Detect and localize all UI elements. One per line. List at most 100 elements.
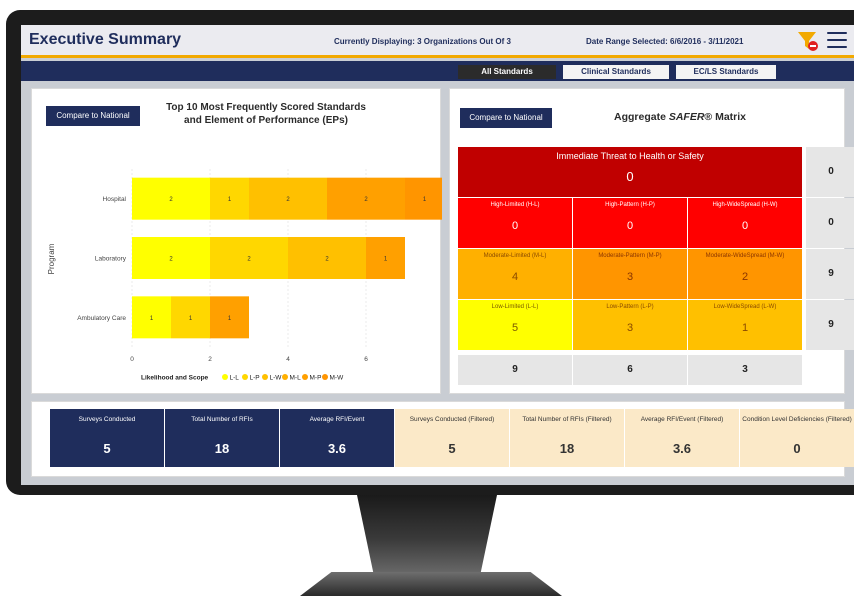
safer-cell: High-Limited (H-L) 0 xyxy=(458,198,572,248)
kpi-label: Average RFI/Event (Filtered) xyxy=(640,416,724,423)
column-total: 6 xyxy=(573,355,687,385)
safer-cell-label: High-Pattern (H-P) xyxy=(605,202,655,208)
kpi-card: Average RFI/Event (Filtered) 3.6 xyxy=(625,409,739,467)
safer-cell: High-Pattern (H-P) 0 xyxy=(573,198,687,248)
safer-cell: Low-Limited (L-L) 5 xyxy=(458,300,572,350)
x-tick-label: 2 xyxy=(208,356,212,363)
safer-cell-value: 0 xyxy=(626,220,634,232)
y-axis-title: Program xyxy=(47,243,56,274)
legend-swatch xyxy=(222,374,228,380)
kpi-value: 18 xyxy=(214,441,230,456)
kpi-card: Total Number of RFIs (Filtered) 18 xyxy=(510,409,624,467)
safer-cell: Moderate-Pattern (M-P) 3 xyxy=(573,249,687,299)
safer-cell-label: Moderate-Limited (M-L) xyxy=(483,253,547,259)
kpi-label: Surveys Conducted xyxy=(78,416,136,423)
x-tick-label: 6 xyxy=(364,356,368,363)
kpi-card: Surveys Conducted 5 xyxy=(50,409,164,467)
matrix-title-safer: SAFER xyxy=(668,111,705,123)
legend-label: M-W xyxy=(330,375,345,382)
dashboard-screen: Executive Summary Currently Displaying: … xyxy=(21,25,854,485)
compare-to-national-button-matrix[interactable]: Compare to National xyxy=(460,108,552,128)
kpi-card: Condition Level Deficiencies (Filtered) 0 xyxy=(740,409,854,467)
safer-matrix-panel: Compare to National Aggregate SAFER® Mat… xyxy=(449,88,854,394)
tab-clinical-standards[interactable]: Clinical Standards xyxy=(563,65,669,79)
kpi-card: Surveys Conducted (Filtered) 5 xyxy=(395,409,509,467)
immediate-threat-cell: Immediate Threat to Health or Safety 0 xyxy=(458,147,802,197)
x-tick-label: 0 xyxy=(130,356,134,363)
page-title: Executive Summary xyxy=(29,31,182,48)
kpi-label: Surveys Conducted (Filtered) xyxy=(409,416,495,423)
safer-cell-value: 0 xyxy=(511,220,519,232)
category-label: Hospital xyxy=(103,196,127,203)
safer-cell-label: Moderate-WideSpread (M-W) xyxy=(705,253,785,259)
kpi-value: 5 xyxy=(448,441,456,456)
matrix-title: Aggregate SAFER® Matrix xyxy=(580,111,780,124)
row-total: 9 xyxy=(806,300,854,350)
column-total: 3 xyxy=(688,355,802,385)
safer-cell: Low-Pattern (L-P) 3 xyxy=(573,300,687,350)
legend-swatch xyxy=(302,374,308,380)
tab-ecls-standards[interactable]: EC/LS Standards xyxy=(676,65,776,79)
monitor-stand-neck xyxy=(357,495,497,575)
safer-cell-value: 1 xyxy=(741,322,749,334)
row-total: 0 xyxy=(806,198,854,248)
safer-cell-value: 0 xyxy=(741,220,749,232)
kpi-label: Total Number of RFIs xyxy=(191,416,253,423)
kpi-label: Total Number of RFIs (Filtered) xyxy=(522,416,612,423)
safer-cell-label: High-WideSpread (H-W) xyxy=(712,202,778,208)
stacked-bar-chart: 02468ProgramHospital21221Laboratory2221A… xyxy=(47,169,442,382)
kpi-value: 18 xyxy=(559,441,575,456)
column-total: 9 xyxy=(458,355,572,385)
category-label: Laboratory xyxy=(95,256,127,263)
x-tick-label: 4 xyxy=(286,356,290,363)
top-standards-chart-panel: Compare to National Top 10 Most Frequent… xyxy=(31,88,442,394)
kpi-strip: Surveys Conducted 5 Total Number of RFIs 18… xyxy=(31,401,854,477)
kpi-value: 5 xyxy=(103,441,111,456)
kpi-value: 3.6 xyxy=(672,441,692,456)
safer-cell: Low-WideSpread (L-W) 1 xyxy=(688,300,802,350)
matrix-title-prefix: Aggregate xyxy=(613,111,669,123)
safer-cell-value: 4 xyxy=(511,271,519,283)
safer-cell-value: 3 xyxy=(626,322,634,334)
safer-cell-label: High-Limited (H-L) xyxy=(490,202,540,208)
legend-label: L-W xyxy=(270,375,283,382)
legend-label: L-P xyxy=(250,375,260,382)
immediate-threat-value: 0 xyxy=(626,169,634,184)
monitor-stand-base xyxy=(300,572,562,596)
kpi-value: 0 xyxy=(793,441,801,456)
safer-cell: Moderate-WideSpread (M-W) 2 xyxy=(688,249,802,299)
matrix-title-suffix: ® Matrix xyxy=(704,111,747,123)
kpi-card: Average RFI/Event 3.6 xyxy=(280,409,394,467)
category-label: Ambulatory Care xyxy=(77,315,126,322)
safer-cell-value: 3 xyxy=(626,271,634,283)
kpi-label: Average RFI/Event xyxy=(309,416,365,423)
legend-label: M-L xyxy=(290,375,302,382)
legend-label: L-L xyxy=(230,375,240,382)
organizations-display-info: Currently Displaying: 3 Organizations Ou… xyxy=(334,37,511,46)
kpi-value: 3.6 xyxy=(327,441,347,456)
legend-swatch xyxy=(282,374,288,380)
legend-swatch xyxy=(242,374,248,380)
hamburger-menu-icon[interactable] xyxy=(827,32,847,48)
monitor-frame: Executive Summary Currently Displaying: … xyxy=(6,10,854,495)
kpi-label: Condition Level Deficiencies (Filtered) xyxy=(742,416,852,423)
legend-swatch xyxy=(322,374,328,380)
row-total: 9 xyxy=(806,249,854,299)
legend-title: Likelihood and Scope xyxy=(141,375,209,382)
kpi-card: Total Number of RFIs 18 xyxy=(165,409,279,467)
tab-all-standards[interactable]: All Standards xyxy=(458,65,556,79)
immediate-threat-label: Immediate Threat to Health or Safety xyxy=(556,151,704,161)
safer-cell-label: Low-Limited (L-L) xyxy=(491,304,539,310)
safer-cell-value: 2 xyxy=(741,271,749,283)
header-bar: Executive Summary Currently Displaying: … xyxy=(21,25,854,58)
safer-cell-label: Moderate-Pattern (M-P) xyxy=(598,253,662,259)
legend-swatch xyxy=(262,374,268,380)
safer-cell-label: Low-WideSpread (L-W) xyxy=(713,304,777,310)
safer-cell-value: 5 xyxy=(511,322,519,334)
filter-clear-icon[interactable] xyxy=(797,30,819,52)
standards-tab-bar: All Standards Clinical Standards EC/LS S… xyxy=(21,61,854,81)
date-range-info: Date Range Selected: 6/6/2016 - 3/11/202… xyxy=(586,37,744,46)
row-total-immediate: 0 xyxy=(806,147,854,197)
legend-label: M-P xyxy=(310,375,322,382)
safer-cell-label: Low-Pattern (L-P) xyxy=(606,304,654,310)
